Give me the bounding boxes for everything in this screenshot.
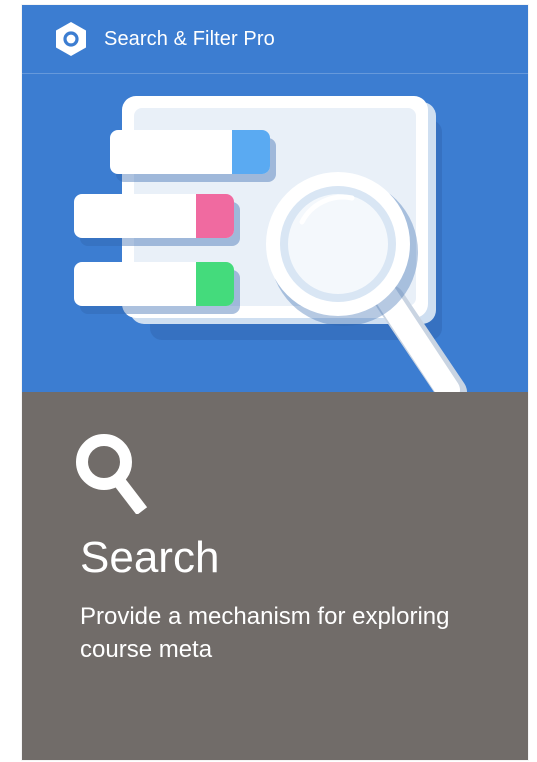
search-filter-illustration <box>74 96 467 392</box>
feature-panel: Search Provide a mechanism for exploring… <box>22 392 528 760</box>
brand-header: Search & Filter Pro <box>22 5 528 74</box>
feature-card: Search & Filter Pro Search Provide a mec… <box>22 5 528 760</box>
feature-title: Search <box>80 533 220 582</box>
magnifier-lens <box>288 194 388 294</box>
hero-banner: Search & Filter Pro <box>22 5 528 392</box>
feature-description: Provide a mechanism for exploring course… <box>80 603 450 663</box>
brand-name: Search & Filter Pro <box>104 28 275 50</box>
magnifier-icon <box>76 434 148 514</box>
hexagon-ring-icon <box>56 22 86 56</box>
